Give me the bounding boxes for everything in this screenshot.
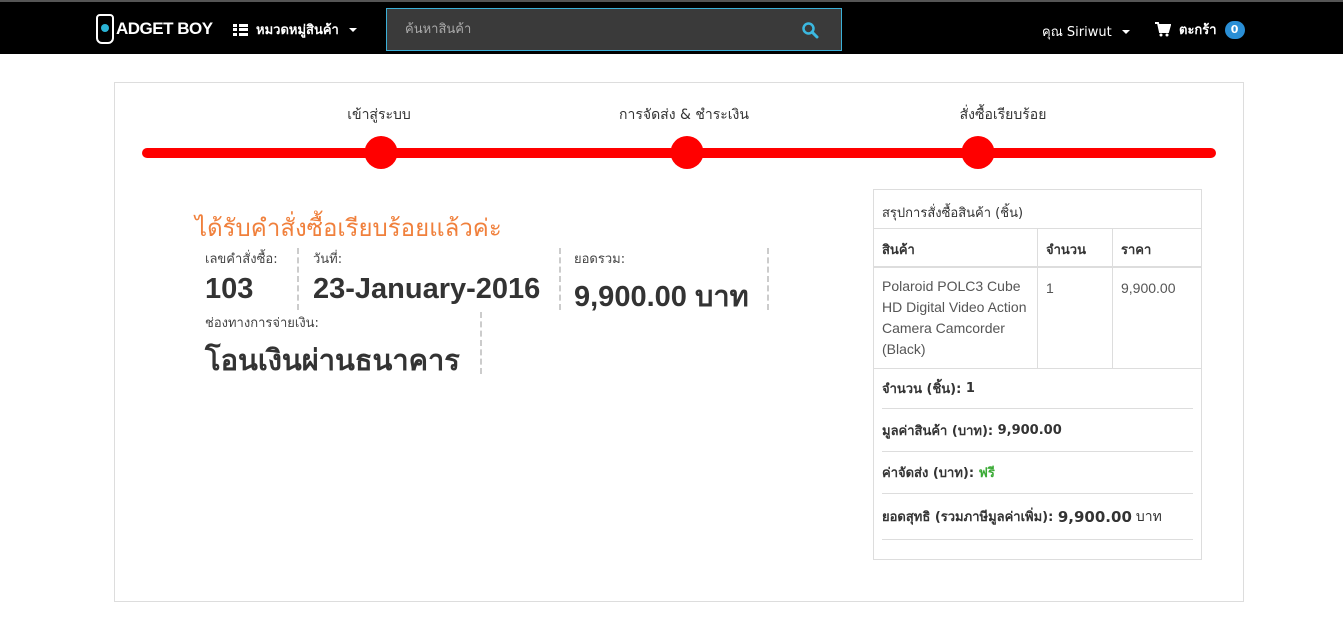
summary-net-value: 9,900.00	[1057, 507, 1132, 526]
logo-text: ADGET BOY	[116, 19, 213, 38]
user-menu-label: คุณ Siriwut	[1042, 25, 1112, 40]
cart-count-badge: 0	[1224, 20, 1245, 39]
order-total-label: ยอดรวม:	[574, 252, 626, 267]
navbar: ADGET BOY หมวดหมู่สินค้า คุณ Siriwut ตะก…	[0, 0, 1343, 54]
payment-method-value: โอนเงินผ่านธนาคาร	[205, 345, 460, 377]
payment-method-label: ช่องทางการจ่ายเงิน:	[205, 316, 319, 331]
search-bar	[386, 8, 842, 51]
summary-shipping-value: ฟรี	[978, 466, 995, 481]
site-logo[interactable]: ADGET BOY	[96, 13, 213, 45]
table-row: Polaroid POLC3 Cube HD Digital Video Act…	[874, 268, 1201, 369]
row-price: 9,900.00	[1121, 280, 1176, 296]
confirmation-title: ได้รับคำสั่งซื้อเรียบร้อยแล้วค่ะ	[195, 214, 502, 242]
summary-qty-value: 1	[965, 381, 975, 396]
category-menu[interactable]: หมวดหมู่สินค้า	[233, 19, 357, 40]
column-header-product: สินค้า	[874, 229, 1038, 266]
step-label-shipping-payment: การจัดส่ง & ชำระเงิน	[619, 107, 749, 123]
step-label-completed: สั่งซื้อเรียบร้อย	[959, 107, 1047, 123]
summary-subtotal-label: มูลค่าสินค้า (บาท):	[882, 423, 994, 439]
payment-method-block: ช่องทางการจ่ายเงิน: โอนเงินผ่านธนาคาร	[205, 312, 482, 377]
progress-dot-login	[364, 136, 398, 169]
progress-dot-shipping-payment	[670, 136, 704, 169]
order-number-block: เลขคำสั่งซื้อ: 103	[205, 248, 299, 310]
order-number-value: 103	[205, 273, 254, 305]
caret-down-icon	[348, 27, 357, 32]
search-input[interactable]	[387, 9, 787, 50]
cart-icon	[1155, 22, 1171, 37]
logo-icon	[96, 14, 114, 44]
cart-label: ตะกร้า	[1179, 23, 1217, 38]
category-menu-label: หมวดหมู่สินค้า	[256, 23, 339, 38]
summary-net-label: ยอดสุทธิ (รวมภาษีมูลค่าเพิ่ม):	[882, 510, 1054, 525]
summary-shipping-line: ค่าจัดส่ง (บาท): ฟรี	[882, 452, 1193, 494]
order-date-label: วันที่:	[313, 252, 343, 267]
search-icon[interactable]	[801, 21, 819, 39]
row-qty: 1	[1038, 268, 1113, 368]
order-date-block: วันที่: 23-January-2016	[313, 248, 561, 310]
summary-subtotal-value: 9,900.00	[997, 422, 1062, 438]
column-header-qty: จำนวน	[1038, 229, 1113, 266]
order-total-value: 9,900.00 บาท	[574, 281, 749, 313]
order-date-value: 23-January-2016	[313, 273, 541, 305]
summary-table-header: สินค้า จำนวน ราคา	[874, 229, 1201, 268]
list-icon	[233, 23, 248, 36]
progress-dot-completed	[961, 136, 995, 169]
order-number-label: เลขคำสั่งซื้อ:	[205, 252, 278, 267]
column-header-price: ราคา	[1121, 243, 1152, 258]
summary-qty-line: จำนวน (ชิ้น): 1	[882, 369, 1193, 409]
user-menu[interactable]: คุณ Siriwut	[1042, 21, 1130, 42]
order-summary-title: สรุปการสั่งซื้อสินค้า (ชิ้น)	[874, 190, 1201, 229]
summary-subtotal-line: มูลค่าสินค้า (บาท): 9,900.00	[882, 409, 1193, 452]
step-label-login: เข้าสู่ระบบ	[347, 107, 411, 123]
order-summary: สรุปการสั่งซื้อสินค้า (ชิ้น) สินค้า จำนว…	[873, 189, 1202, 560]
row-product-name: Polaroid POLC3 Cube HD Digital Video Act…	[874, 268, 1038, 368]
summary-shipping-label: ค่าจัดส่ง (บาท):	[882, 466, 975, 481]
cart-button[interactable]: ตะกร้า 0	[1155, 19, 1245, 40]
caret-down-icon	[1121, 29, 1130, 34]
order-total-block: ยอดรวม: 9,900.00 บาท	[574, 248, 769, 313]
summary-qty-label: จำนวน (ชิ้น):	[882, 382, 962, 397]
summary-net-line: ยอดสุทธิ (รวมภาษีมูลค่าเพิ่ม): 9,900.00 บ…	[882, 494, 1193, 540]
summary-net-unit: บาท	[1135, 508, 1162, 525]
